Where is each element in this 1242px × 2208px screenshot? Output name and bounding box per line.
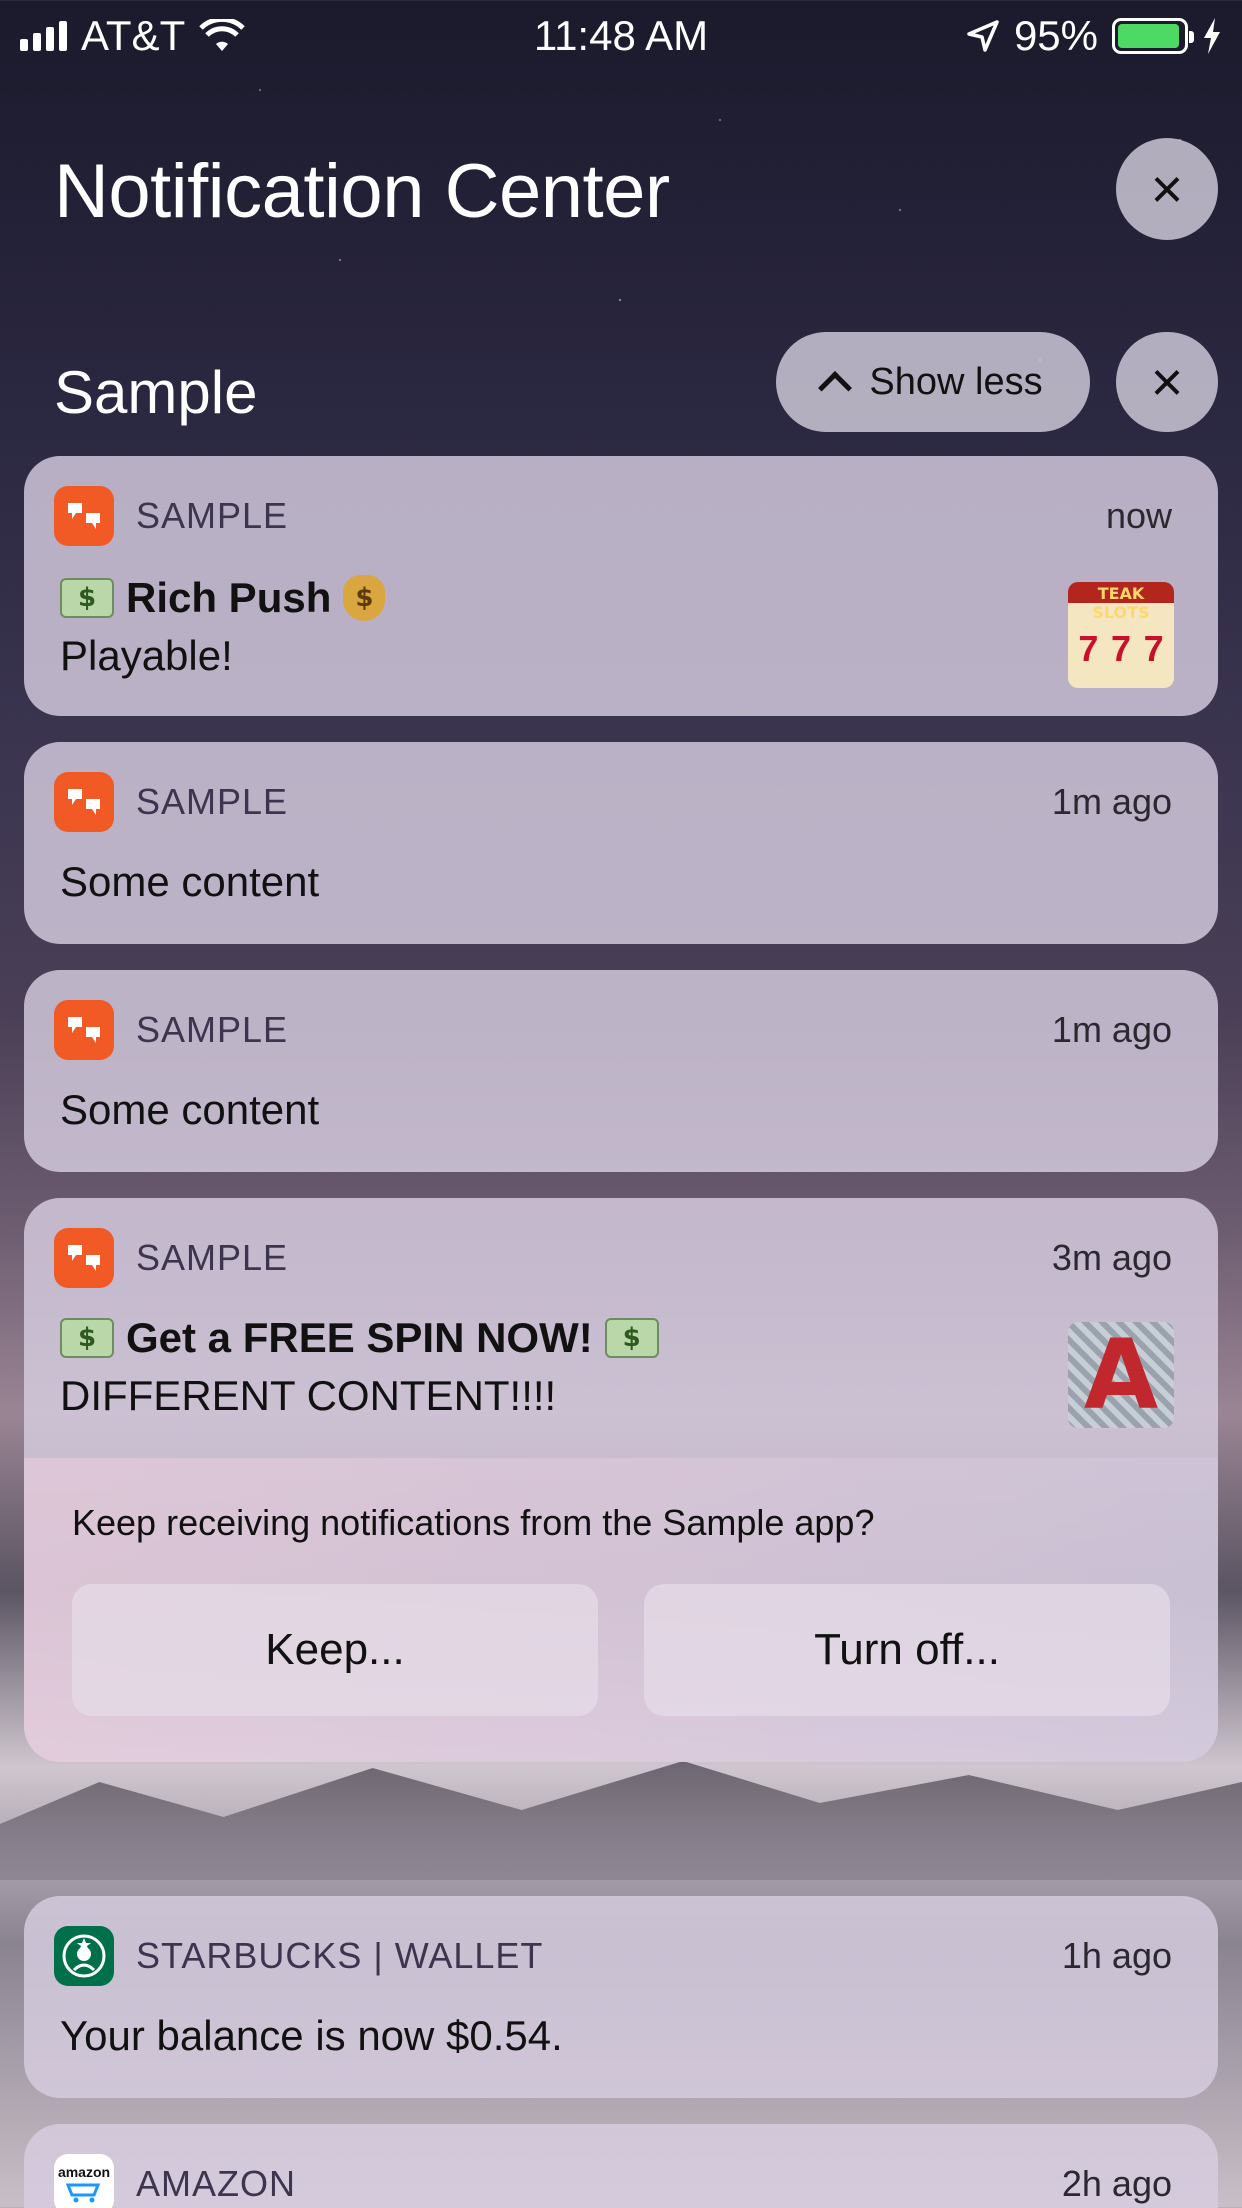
notification-header: SAMPLE 3m ago [54,1228,1172,1288]
show-less-button[interactable]: Show less [776,332,1090,432]
status-bar: AT&T 11:48 AM 95% [0,0,1242,72]
notification-time: 3m ago [1051,1237,1172,1278]
slot-reels: 7 7 7 [1068,622,1174,676]
notification-title-text: Rich Push [126,574,332,621]
reel-symbol: 7 [1143,628,1164,669]
reel-symbol: 7 [1078,628,1099,669]
app-name: SAMPLE [136,781,289,822]
notification-card[interactable]: STARBUCKS | WALLET 1h ago Your balance i… [24,1896,1218,2098]
notification-header: STARBUCKS | WALLET 1h ago [54,1926,1172,1986]
notification-header: amazon AMAZON 2h ago [54,2154,1172,2208]
group-title: Sample [54,359,258,426]
notification-card[interactable]: amazon AMAZON 2h ago [24,2124,1218,2208]
app-name: STARBUCKS | WALLET [136,1935,544,1976]
status-time: 11:48 AM [533,12,709,59]
battery-icon [1112,18,1194,54]
notification-title: $ Rich Push $ [60,574,386,622]
notification-body: Playable! [60,632,233,679]
notification-time: 1m ago [1051,781,1172,822]
app-info: SAMPLE [54,772,288,832]
app-info: amazon AMAZON [54,2154,296,2208]
notification-header: SAMPLE 1m ago [54,772,1172,832]
app-info: SAMPLE [54,486,288,546]
slots-thumbnail: TEAK SLOTS 7 7 7 [1068,582,1174,688]
notification-card[interactable]: SAMPLE now $ Rich Push $ Playable! TEAK … [24,456,1218,716]
chevron-up-icon [818,371,853,405]
notification-title-text: Get a FREE SPIN NOW! [126,1314,593,1361]
flying-money-icon: $ [604,1318,659,1358]
amazon-icon-text: amazon [57,2164,111,2180]
app-name: AMAZON [136,2163,297,2204]
close-icon: × [1150,350,1184,413]
notification-body: Some content [60,1086,320,1133]
notification-title: $ Get a FREE SPIN NOW! $ [60,1314,659,1362]
notification-card[interactable]: SAMPLE 3m ago $ Get a FREE SPIN NOW! $ D… [24,1198,1218,1762]
keep-button[interactable]: Keep... [72,1584,598,1716]
notification-time: 1m ago [1051,1009,1172,1050]
aframe-thumbnail: A [1068,1322,1174,1428]
app-info: SAMPLE [54,1228,288,1288]
clear-group-button[interactable]: × [1116,332,1218,432]
sample-app-icon [54,772,114,832]
notification-body: Some content [60,858,320,905]
app-name: SAMPLE [136,1009,289,1050]
reel-symbol: 7 [1110,628,1131,669]
app-info: STARBUCKS | WALLET [54,1926,543,1986]
notification-header: SAMPLE now [54,486,1172,546]
notification-body: DIFFERENT CONTENT!!!! [60,1372,557,1419]
amazon-app-icon: amazon [54,2154,114,2208]
thumbnail-label: TEAK SLOTS [1092,584,1150,622]
prompt-text: Keep receiving notifications from the Sa… [72,1502,875,1543]
sample-app-icon [54,486,114,546]
app-name: SAMPLE [136,1237,289,1278]
thumbnail-letter: A [1083,1322,1159,1428]
money-bag-icon: $ [343,575,386,621]
notification-time: 2h ago [1061,2163,1172,2204]
turn-off-button[interactable]: Turn off... [644,1584,1170,1716]
notification-time: 1h ago [1061,1935,1172,1976]
flying-money-icon: $ [60,1318,114,1358]
money-bill-icon: $ [60,578,114,618]
app-info: SAMPLE [54,1000,288,1060]
notification-card[interactable]: SAMPLE 1m ago Some content [24,970,1218,1172]
sample-app-icon [54,1228,114,1288]
notification-body: Your balance is now $0.54. [60,2012,563,2059]
show-less-label: Show less [869,360,1043,403]
clear-all-button[interactable]: × [1116,138,1218,240]
notification-prompt: Keep receiving notifications from the Sa… [24,1458,1218,1762]
close-icon: × [1150,157,1184,220]
starbucks-app-icon [54,1926,114,1986]
notification-time: now [1105,495,1172,536]
sample-app-icon [54,1000,114,1060]
notification-card[interactable]: SAMPLE 1m ago Some content [24,742,1218,944]
notification-header: SAMPLE 1m ago [54,1000,1172,1060]
app-name: SAMPLE [136,495,289,536]
notification-center-title: Notification Center [54,149,670,234]
